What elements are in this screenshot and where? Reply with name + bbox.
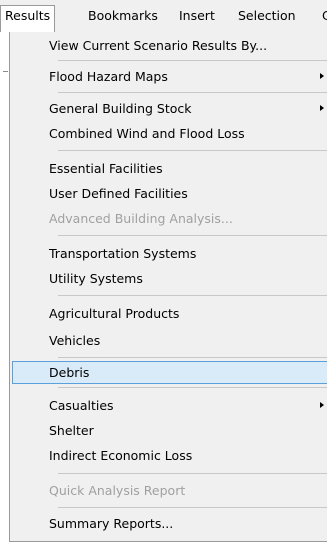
menu-separator bbox=[58, 150, 327, 151]
menu-item-indirect-economic-loss[interactable]: Indirect Economic Loss bbox=[12, 444, 327, 467]
submenu-arrow-icon bbox=[320, 105, 324, 111]
menu-item-advanced-building-analysis: Advanced Building Analysis... bbox=[12, 207, 327, 230]
menu-item-label: Flood Hazard Maps bbox=[49, 69, 168, 84]
submenu-arrow-icon bbox=[320, 73, 324, 79]
menu-separator bbox=[58, 507, 327, 508]
menu-separator bbox=[58, 295, 327, 296]
menu-item-label: Advanced Building Analysis... bbox=[49, 211, 233, 226]
menu-item-label: Quick Analysis Report bbox=[49, 483, 186, 498]
menu-results[interactable]: Results bbox=[0, 5, 56, 32]
menu-item-label: Casualties bbox=[49, 398, 114, 413]
submenu-arrow-icon bbox=[320, 402, 324, 408]
menu-item-user-defined-facilities[interactable]: User Defined Facilities bbox=[12, 182, 327, 205]
menu-bookmarks[interactable]: Bookmarks bbox=[84, 5, 162, 27]
menu-item-label: Combined Wind and Flood Loss bbox=[49, 126, 245, 141]
menu-separator bbox=[58, 60, 327, 61]
menu-item-label: Vehicles bbox=[49, 333, 101, 348]
menu-item-label: Essential Facilities bbox=[49, 161, 163, 176]
menu-truncated[interactable]: C bbox=[318, 5, 327, 27]
menu-separator bbox=[58, 387, 327, 388]
menu-insert[interactable]: Insert bbox=[175, 5, 219, 27]
menu-item-general-building-stock[interactable]: General Building Stock bbox=[12, 97, 327, 120]
menu-separator bbox=[58, 92, 327, 93]
menu-item-vehicles[interactable]: Vehicles bbox=[12, 329, 327, 352]
menu-item-utility-systems[interactable]: Utility Systems bbox=[12, 267, 327, 290]
menu-item-label: Transportation Systems bbox=[49, 246, 197, 261]
menu-item-debris[interactable]: Debris bbox=[12, 361, 327, 384]
menu-item-agricultural-products[interactable]: Agricultural Products bbox=[12, 302, 327, 325]
menu-item-summary-reports[interactable]: Summary Reports... bbox=[12, 512, 327, 535]
edge-tick bbox=[3, 71, 8, 72]
menu-selection[interactable]: Selection bbox=[234, 5, 300, 27]
menu-bar: Results Bookmarks Insert Selection C bbox=[0, 0, 327, 32]
menu-item-label: View Current Scenario Results By... bbox=[49, 38, 268, 53]
menu-item-casualties[interactable]: Casualties bbox=[12, 394, 327, 417]
menu-item-label: Agricultural Products bbox=[49, 306, 180, 321]
menu-separator bbox=[58, 473, 327, 474]
menu-item-combined-wind-flood-loss[interactable]: Combined Wind and Flood Loss bbox=[12, 122, 327, 145]
menu-item-label: Shelter bbox=[49, 423, 94, 438]
menu-item-label: Summary Reports... bbox=[49, 516, 174, 531]
underlying-window-edge bbox=[0, 31, 9, 542]
menu-item-flood-hazard-maps[interactable]: Flood Hazard Maps bbox=[12, 65, 327, 88]
menu-item-shelter[interactable]: Shelter bbox=[12, 419, 327, 442]
menu-item-label: General Building Stock bbox=[49, 101, 192, 116]
menu-item-label: Indirect Economic Loss bbox=[49, 448, 193, 463]
menu-item-view-current-scenario-results[interactable]: View Current Scenario Results By... bbox=[12, 34, 327, 57]
menu-item-label: Debris bbox=[49, 365, 90, 380]
menu-separator bbox=[58, 235, 327, 236]
results-dropdown-menu: View Current Scenario Results By... Floo… bbox=[9, 31, 327, 542]
menu-item-essential-facilities[interactable]: Essential Facilities bbox=[12, 157, 327, 180]
menu-item-label: User Defined Facilities bbox=[49, 186, 188, 201]
menu-item-label: Utility Systems bbox=[49, 271, 143, 286]
menu-item-transportation-systems[interactable]: Transportation Systems bbox=[12, 242, 327, 265]
menu-item-quick-analysis-report: Quick Analysis Report bbox=[12, 479, 327, 502]
menu-separator bbox=[58, 357, 327, 358]
